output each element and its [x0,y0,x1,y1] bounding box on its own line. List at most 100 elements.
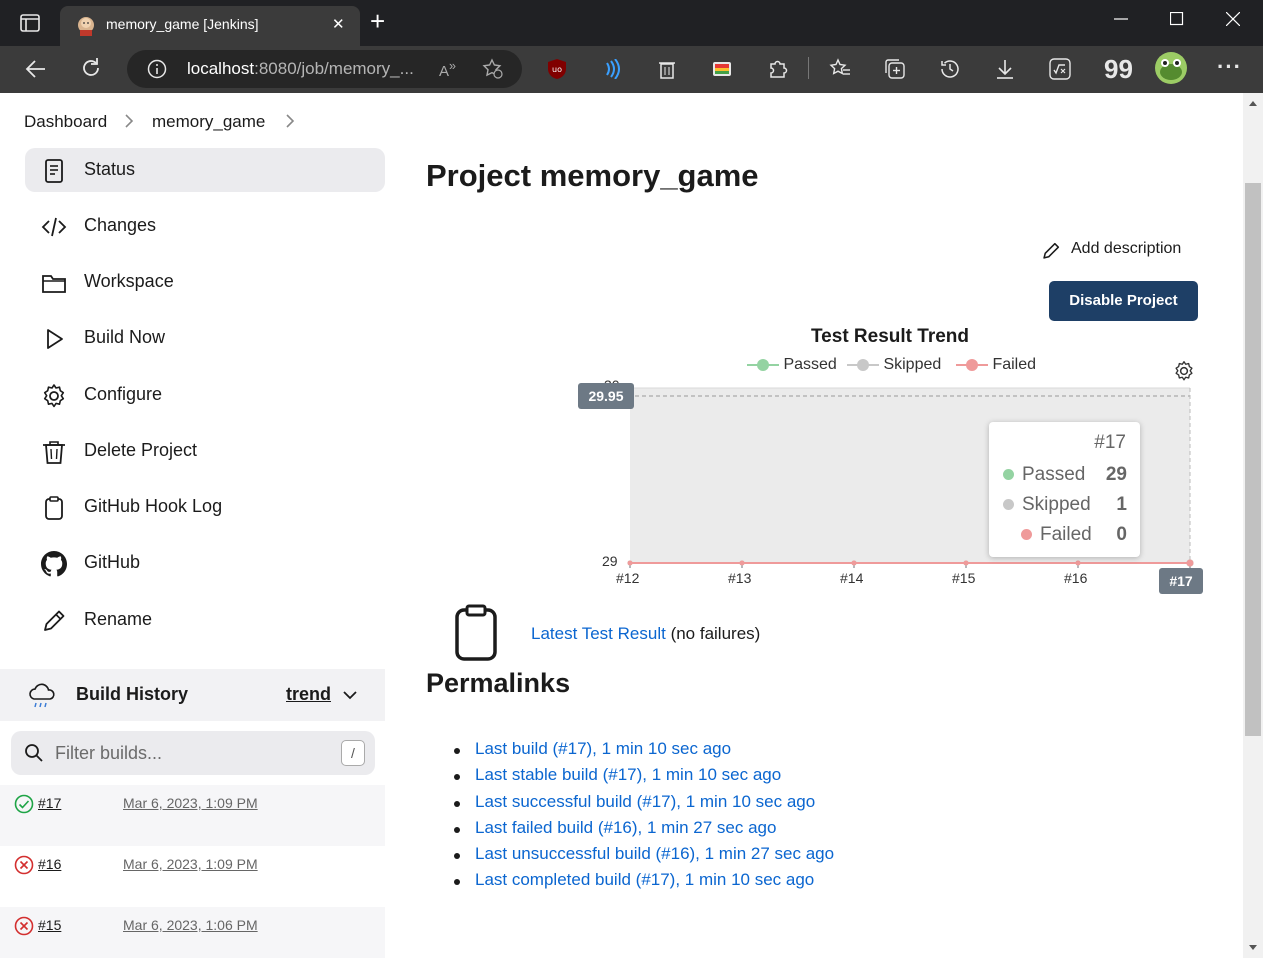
tooltip-row-failed: Failed 0 [1003,524,1127,546]
build-row: #16 Mar 6, 2023, 1:09 PM [0,846,385,907]
clipboard-icon [41,495,67,521]
legend-failed[interactable]: Failed [956,356,1036,374]
read-aloud-icon[interactable]: A» [439,59,456,80]
profile-avatar[interactable] [1155,52,1187,84]
skipped-dot-icon [1003,499,1014,510]
code-icon [41,214,67,240]
history-icon[interactable] [939,58,961,80]
list-item: Last build (#17), 1 min 10 sec ago [454,739,834,765]
build-history-trend-link[interactable]: trend [286,684,331,705]
sidebar-item-status[interactable]: Status [25,148,385,192]
close-tab-icon[interactable]: ✕ [332,15,345,33]
latest-test-result-link[interactable]: Latest Test Result [531,624,666,643]
build-number-link[interactable]: #17 [38,795,61,811]
build-number-link[interactable]: #16 [38,856,61,872]
permalink[interactable]: Last stable build (#17), 1 min 10 sec ag… [475,765,781,784]
build-date-link[interactable]: Mar 6, 2023, 1:09 PM [123,795,258,811]
pencil-icon [41,608,67,634]
sidebar-item-workspace[interactable]: Workspace [25,260,385,304]
tooltip-value: 1 [1116,494,1127,515]
permalink[interactable]: Last completed build (#17), 1 min 10 sec… [475,870,814,889]
build-number-link[interactable]: #15 [38,917,61,933]
x-axis-pointer-label: #17 [1159,568,1203,594]
citations-icon[interactable]: 99 [1104,54,1133,85]
browser-tab[interactable]: memory_game [Jenkins] ✕ [60,6,360,46]
latest-test-result-note: (no failures) [670,624,761,643]
minimize-icon[interactable] [1114,12,1128,26]
success-check-icon [14,794,34,814]
favorites-icon[interactable] [829,58,851,80]
chevron-down-icon[interactable] [342,689,358,701]
x-tick-label: #13 [728,570,752,586]
breadcrumb-dashboard[interactable]: Dashboard [24,112,107,132]
refresh-icon[interactable] [80,57,102,79]
sidebar-item-label: Workspace [84,271,174,291]
permalink[interactable]: Last build (#17), 1 min 10 sec ago [475,739,731,758]
trash-extension-icon[interactable] [658,59,676,79]
ublock-icon[interactable]: uo [548,59,566,79]
legend-skipped[interactable]: Skipped [847,356,941,374]
weather-rain-icon [27,681,57,711]
clipboard-icon [454,604,498,662]
tooltip-value: 29 [1105,464,1127,485]
permalink[interactable]: Last successful build (#17), 1 min 10 se… [475,792,815,811]
collections-icon[interactable] [884,58,906,80]
play-icon [41,326,67,352]
sidebar-item-changes[interactable]: Changes [25,204,385,248]
data-point-failed [851,560,857,566]
scrollbar-thumb[interactable] [1245,183,1261,736]
search-icon [24,743,44,763]
tooltip-title: #17 [1094,432,1126,453]
sidebar-item-label: Delete Project [84,440,198,460]
maximize-icon[interactable] [1170,12,1184,26]
address-bar[interactable]: localhost:8080/job/memory_... A» [127,50,522,88]
add-description-button[interactable]: Add description [1041,240,1182,259]
sidebar-item-configure[interactable]: Configure [25,373,385,417]
build-row: #17 Mar 6, 2023, 1:09 PM [0,785,385,846]
sidebar-item-label: GitHub [84,552,141,572]
chevron-right-icon[interactable] [285,111,295,131]
sidebar-item-label: Build Now [84,327,166,347]
back-icon[interactable] [25,58,47,80]
permalink[interactable]: Last unsuccessful build (#16), 1 min 27 … [475,844,834,863]
tooltip-label: Failed [1040,524,1092,545]
math-solver-icon[interactable] [1049,58,1071,80]
add-favorite-icon[interactable] [482,58,504,80]
chart-tooltip: #17 Passed 29 Skipped 1 Failed 0 [989,422,1140,557]
close-window-icon[interactable] [1226,12,1240,26]
gear-icon [41,383,67,409]
add-description-label: Add description [1071,240,1182,257]
tooltip-row-skipped: Skipped 1 [1003,494,1127,516]
tooltip-value: 0 [1116,524,1127,545]
keyboard-shortcut-hint: / [341,740,365,766]
site-info-icon[interactable] [147,59,167,79]
sidebar-item-delete-project[interactable]: Delete Project [25,429,385,473]
new-tab-icon[interactable]: + [370,6,385,37]
extension-wave-icon[interactable] [603,59,621,79]
trash-icon [41,439,67,465]
build-date-link[interactable]: Mar 6, 2023, 1:06 PM [123,917,258,933]
chevron-right-icon [124,111,134,131]
color-extension-icon[interactable] [712,59,732,79]
jenkins-favicon-icon [76,16,96,36]
sidebar-item-rename[interactable]: Rename [25,598,385,642]
breadcrumb-memory-game[interactable]: memory_game [152,112,265,132]
permalink[interactable]: Last failed build (#16), 1 min 27 sec ag… [475,818,776,837]
filter-builds-input[interactable]: Filter builds... / [11,731,375,775]
downloads-icon[interactable] [994,58,1016,80]
scroll-down-arrow-icon[interactable] [1248,944,1258,952]
more-menu-icon[interactable]: ··· [1217,54,1242,80]
scroll-up-arrow-icon[interactable] [1248,99,1258,107]
legend-passed[interactable]: Passed [747,356,837,374]
browser-tab-bar: memory_game [Jenkins] ✕ + [0,0,1263,46]
sidebar-item-build-now[interactable]: Build Now [25,316,385,360]
list-item: Last successful build (#17), 1 min 10 se… [454,792,834,818]
sidebar-item-github-hook-log[interactable]: GitHub Hook Log [25,485,385,529]
extensions-puzzle-icon[interactable] [768,58,788,80]
sidebar-item-github[interactable]: GitHub [25,541,385,585]
data-point-failed [739,560,745,566]
tab-actions-icon[interactable] [20,14,40,32]
failed-x-icon [14,855,34,875]
disable-project-button[interactable]: Disable Project [1049,281,1198,321]
build-date-link[interactable]: Mar 6, 2023, 1:09 PM [123,856,258,872]
